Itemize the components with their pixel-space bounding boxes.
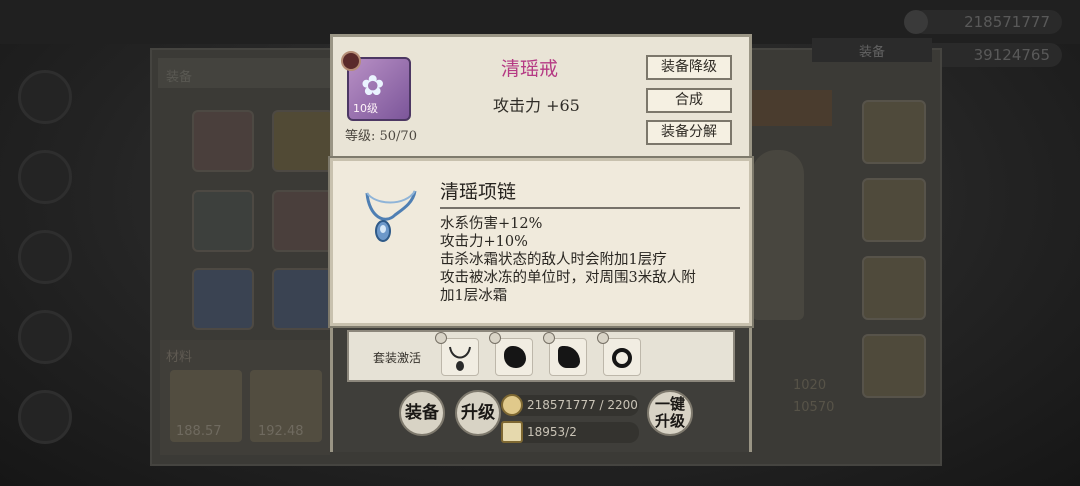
- equipment-slot[interactable]: [862, 100, 926, 164]
- one-click-upgrade-label-bottom: 升级: [654, 412, 685, 430]
- quality-badge-icon: [341, 51, 361, 71]
- coin-icon: [501, 394, 523, 416]
- equipment-slot[interactable]: [862, 178, 926, 242]
- decompose-button[interactable]: 装备分解: [646, 120, 732, 145]
- ring-silhouette-icon: [612, 348, 632, 368]
- equipment-slot[interactable]: [862, 256, 926, 320]
- character-figure: [752, 150, 804, 320]
- equipment-slot[interactable]: [862, 334, 926, 398]
- coin-cost-value: 218571777 / 2200: [527, 398, 638, 412]
- one-click-upgrade-label-top: 一键: [654, 395, 685, 413]
- tooltip-line: 加1层冰霜: [440, 288, 508, 304]
- necklace-icon: [449, 346, 471, 371]
- menu-ring-icon[interactable]: [18, 310, 72, 364]
- ring-icon: ✿: [361, 69, 385, 102]
- tooltip-divider: [440, 207, 740, 209]
- tooltip-line: 水系伤害+12%: [440, 216, 543, 232]
- inventory-slot[interactable]: [272, 268, 334, 330]
- set-slot-ring[interactable]: [597, 332, 641, 376]
- currency-gold-value: 218571777: [964, 13, 1050, 31]
- set-slot-indicator: [597, 332, 609, 344]
- equip-tab[interactable]: 装备: [812, 38, 932, 62]
- upgrade-button[interactable]: 升级: [455, 390, 501, 436]
- menu-ring-icon[interactable]: [18, 150, 72, 204]
- item-name: 清瑶戒: [501, 58, 559, 80]
- armor-silhouette-icon: [504, 346, 526, 368]
- set-label: 套装激活: [373, 351, 422, 365]
- synthesize-button[interactable]: 合成: [646, 88, 732, 113]
- tooltip-line: 攻击力+10%: [440, 234, 528, 250]
- currency-gold: 218571777: [904, 10, 1062, 34]
- material-card-value: 188.57: [176, 424, 222, 439]
- inventory-header: 装备: [158, 58, 333, 88]
- item-stat: 攻击力 +65: [493, 96, 580, 115]
- item-header: ✿ 10级 等级: 50/70 清瑶戒 攻击力 +65 装备降级 合成 装备分解: [333, 37, 749, 157]
- inventory-slot[interactable]: [192, 110, 254, 172]
- material-card-value: 192.48: [258, 424, 304, 439]
- character-stat: 10570: [793, 400, 835, 415]
- dialog-actions-area: 套装激活 装备 升级 218571777 / 2200 18953/2 一键 升…: [333, 322, 749, 452]
- set-bonus-box: 套装激活: [347, 330, 735, 382]
- set-slot-indicator: [435, 332, 447, 344]
- character-banner: [752, 90, 832, 126]
- materials-label: 材料: [166, 350, 193, 365]
- item-tooltip: 清瑶项链 水系伤害+12% 攻击力+10% 击杀冰霜状态的敌人时会附加1层疗 攻…: [330, 158, 752, 326]
- inventory-slot[interactable]: [272, 110, 334, 172]
- necklace-icon: [365, 190, 417, 242]
- item-icon[interactable]: ✿ 10级: [341, 51, 411, 121]
- coin-cost: 218571777 / 2200: [501, 394, 639, 416]
- item-level-badge: 10级: [353, 102, 378, 115]
- inventory-slot[interactable]: [272, 190, 334, 252]
- tooltip-line: 击杀冰霜状态的敌人时会附加1层疗: [440, 252, 667, 268]
- menu-ring-icon[interactable]: [18, 390, 72, 444]
- inventory-slot[interactable]: [192, 268, 254, 330]
- enhance-level: 等级: 50/70: [345, 129, 417, 144]
- downgrade-button[interactable]: 装备降级: [646, 55, 732, 80]
- set-slot-indicator: [543, 332, 555, 344]
- set-slot-armor[interactable]: [489, 332, 533, 376]
- character-stat: 1020: [793, 378, 827, 393]
- boots-silhouette-icon: [558, 346, 580, 368]
- set-slot-boots[interactable]: [543, 332, 587, 376]
- one-click-upgrade-button[interactable]: 一键 升级: [647, 390, 693, 436]
- tooltip-line: 攻击被冰冻的单位时，对周围3米敌人附: [440, 270, 696, 286]
- currency-gem-value: 39124765: [973, 46, 1050, 64]
- menu-ring-icon[interactable]: [18, 70, 72, 124]
- set-slot-necklace[interactable]: [435, 332, 479, 376]
- set-slot-indicator: [489, 332, 501, 344]
- scroll-cost-value: 18953/2: [527, 425, 577, 439]
- menu-ring-icon[interactable]: [18, 230, 72, 284]
- tooltip-title: 清瑶项链: [440, 181, 517, 203]
- inventory-slot[interactable]: [192, 190, 254, 252]
- game-screen: 218571777 39124765 装备 材料 188.57 192.48 装…: [0, 0, 1080, 486]
- equip-button[interactable]: 装备: [399, 390, 445, 436]
- scroll-icon: [501, 421, 523, 443]
- scroll-cost: 18953/2: [501, 421, 639, 443]
- gold-coin-icon: [904, 10, 928, 34]
- tooltip-description: 水系伤害+12% 攻击力+10% 击杀冰霜状态的敌人时会附加1层疗 攻击被冰冻的…: [440, 215, 746, 305]
